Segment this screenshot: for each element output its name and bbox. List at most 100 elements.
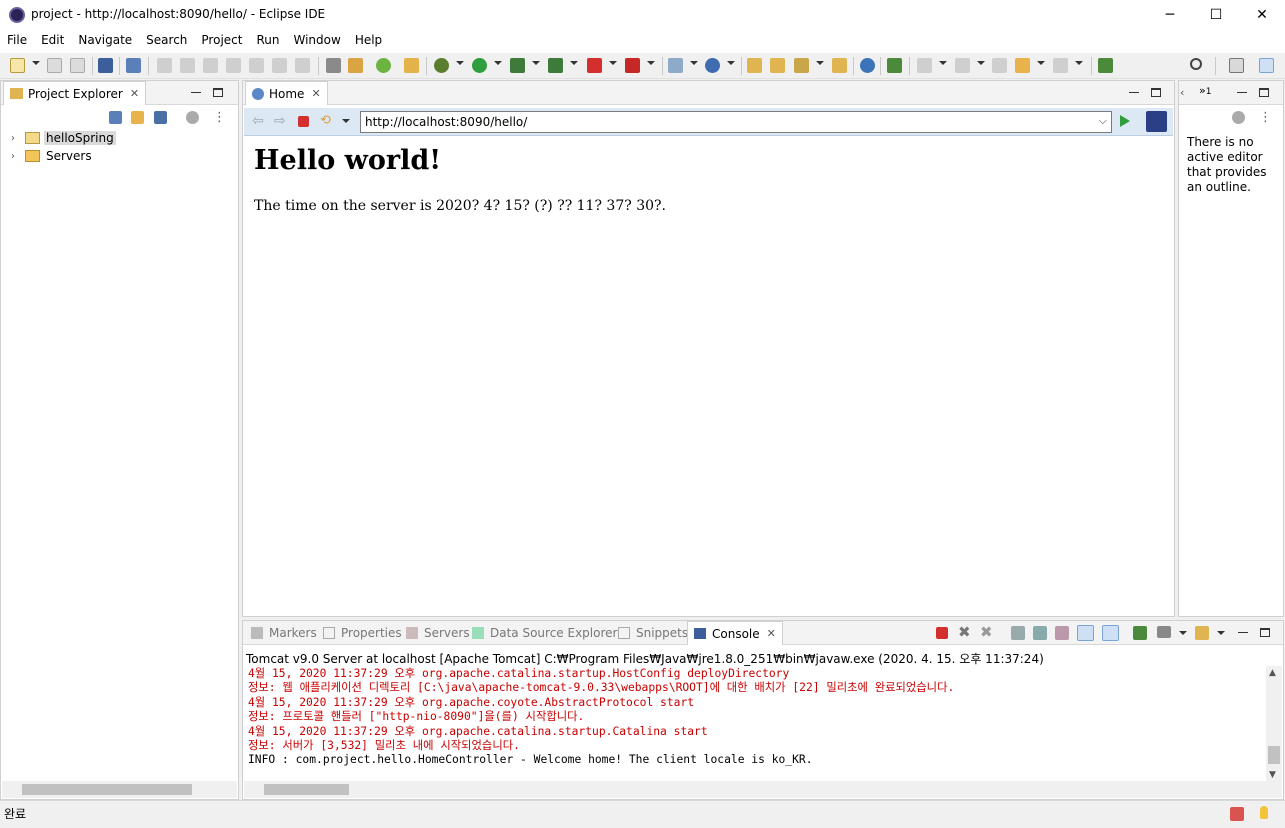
view-menu-icon[interactable]: ⋮ bbox=[1259, 110, 1272, 125]
new-java-package-icon[interactable] bbox=[668, 58, 683, 73]
close-icon[interactable]: ✕ bbox=[311, 87, 320, 100]
previous-annotation-dropdown-icon[interactable] bbox=[977, 61, 985, 65]
step-return-icon[interactable] bbox=[295, 58, 310, 73]
tab-project-explorer[interactable]: Project Explorer ✕ bbox=[3, 81, 147, 105]
maximize-view-icon[interactable] bbox=[1260, 627, 1270, 637]
scrollbar-thumb[interactable] bbox=[22, 784, 192, 795]
resume-icon[interactable] bbox=[157, 58, 172, 73]
open-resource-icon[interactable] bbox=[770, 58, 785, 73]
minimize-view-icon[interactable] bbox=[1129, 91, 1139, 93]
debug-dropdown-icon[interactable] bbox=[456, 61, 464, 65]
open-type-icon[interactable] bbox=[747, 58, 762, 73]
show-on-stderr-icon[interactable] bbox=[1102, 625, 1119, 641]
open-task-list-icon[interactable] bbox=[794, 58, 809, 73]
forward-icon[interactable]: ⇨ bbox=[274, 113, 286, 129]
pin-console-icon[interactable] bbox=[1133, 626, 1147, 640]
relaunch-icon[interactable] bbox=[625, 58, 640, 73]
next-annotation-icon[interactable] bbox=[917, 58, 932, 73]
horizontal-scrollbar[interactable] bbox=[244, 781, 1282, 798]
run-icon[interactable] bbox=[472, 58, 487, 73]
back-icon[interactable]: ⇦ bbox=[252, 113, 264, 129]
tab-console[interactable]: Console ✕ bbox=[687, 621, 783, 645]
java-ee-perspective-icon[interactable] bbox=[1259, 58, 1274, 73]
close-icon[interactable]: ✕ bbox=[130, 87, 139, 100]
maximize-view-icon[interactable] bbox=[1259, 87, 1269, 97]
external-tools-icon[interactable] bbox=[548, 58, 563, 73]
tab-servers[interactable]: Servers bbox=[400, 621, 476, 645]
horizontal-scrollbar[interactable] bbox=[2, 781, 237, 798]
menu-run[interactable]: Run bbox=[249, 31, 286, 53]
focus-on-task-icon[interactable] bbox=[186, 111, 199, 124]
next-annotation-dropdown-icon[interactable] bbox=[939, 61, 947, 65]
spring-icon[interactable] bbox=[376, 58, 391, 73]
skip-breakpoints-icon[interactable] bbox=[126, 58, 141, 73]
chevron-right-icon[interactable]: › bbox=[11, 151, 21, 162]
menu-edit[interactable]: Edit bbox=[34, 31, 71, 53]
back-dropdown-icon[interactable] bbox=[1037, 61, 1045, 65]
forward-dropdown-icon[interactable] bbox=[1075, 61, 1083, 65]
open-perspective-icon[interactable] bbox=[1229, 58, 1244, 73]
debug-icon[interactable] bbox=[434, 58, 449, 73]
tip-lightbulb-icon[interactable] bbox=[1260, 806, 1268, 819]
tab-markers[interactable]: Markers bbox=[245, 621, 323, 645]
console-output[interactable]: 4월 15, 2020 11:37:29 오후 org.apache.catal… bbox=[248, 667, 1265, 768]
new-package-dropdown-icon[interactable] bbox=[690, 61, 698, 65]
tab-properties[interactable]: Properties bbox=[317, 621, 408, 645]
display-console-icon[interactable] bbox=[1157, 626, 1171, 638]
clear-console-icon[interactable] bbox=[1011, 626, 1025, 640]
coverage-icon[interactable] bbox=[510, 58, 525, 73]
refresh-dropdown-icon[interactable] bbox=[342, 119, 350, 123]
suspend-icon[interactable] bbox=[180, 58, 195, 73]
go-icon[interactable] bbox=[1120, 115, 1130, 127]
terminate-icon[interactable] bbox=[203, 58, 218, 73]
open-console-icon[interactable] bbox=[1195, 626, 1209, 640]
url-input[interactable]: http://localhost:8090/hello/ ⌵ bbox=[360, 111, 1112, 133]
server-status-icon[interactable] bbox=[1230, 807, 1244, 821]
stop-icon[interactable] bbox=[298, 116, 309, 127]
scrollbar-thumb[interactable] bbox=[264, 784, 349, 795]
maximize-view-icon[interactable] bbox=[1151, 87, 1161, 97]
menu-file[interactable]: File bbox=[0, 31, 34, 53]
eclipse-browser-icon[interactable] bbox=[1146, 111, 1167, 132]
minimize-view-icon[interactable] bbox=[1238, 631, 1248, 633]
back-icon[interactable] bbox=[1015, 58, 1030, 73]
tab-home[interactable]: Home ✕ bbox=[245, 81, 328, 105]
last-edit-location-icon[interactable] bbox=[992, 58, 1007, 73]
new-class-icon[interactable] bbox=[705, 58, 720, 73]
remove-launch-icon[interactable]: ✖ bbox=[958, 623, 971, 641]
scroll-up-icon[interactable]: ▲ bbox=[1269, 668, 1276, 678]
show-on-stdout-icon[interactable] bbox=[1077, 625, 1094, 641]
pin-editor-icon[interactable] bbox=[1098, 58, 1113, 73]
save-all-icon[interactable] bbox=[70, 58, 85, 73]
launch-icon[interactable] bbox=[887, 58, 902, 73]
maximize-button[interactable]: ☐ bbox=[1193, 0, 1239, 30]
stop-icon[interactable] bbox=[587, 58, 602, 73]
chevron-left-icon[interactable]: ‹ bbox=[1180, 86, 1184, 99]
use-step-filters-icon[interactable] bbox=[326, 58, 341, 73]
tree-item-servers[interactable]: › Servers bbox=[11, 147, 94, 165]
menu-project[interactable]: Project bbox=[194, 31, 249, 53]
focus-on-task-icon[interactable] bbox=[1232, 111, 1245, 124]
scrollbar-thumb[interactable] bbox=[1268, 746, 1280, 764]
minimize-view-icon[interactable] bbox=[1237, 91, 1247, 93]
forward-icon[interactable] bbox=[1053, 58, 1068, 73]
disconnect-icon[interactable] bbox=[226, 58, 241, 73]
tab-data-source-explorer[interactable]: Data Source Explorer bbox=[466, 621, 623, 645]
terminal-icon[interactable] bbox=[98, 58, 113, 73]
run-dropdown-icon[interactable] bbox=[494, 61, 502, 65]
open-console-dropdown-icon[interactable] bbox=[1217, 631, 1225, 635]
display-console-dropdown-icon[interactable] bbox=[1179, 631, 1187, 635]
new-spring-project-icon[interactable] bbox=[404, 58, 419, 73]
minimize-view-icon[interactable] bbox=[191, 91, 201, 93]
web-browser-icon[interactable] bbox=[860, 58, 875, 73]
search-icon[interactable] bbox=[1190, 58, 1202, 70]
collapse-all-icon[interactable] bbox=[109, 111, 122, 124]
close-button[interactable]: ✕ bbox=[1239, 0, 1285, 30]
menu-help[interactable]: Help bbox=[348, 31, 389, 53]
stop-dropdown-icon[interactable] bbox=[609, 61, 617, 65]
menu-navigate[interactable]: Navigate bbox=[71, 31, 139, 53]
menu-search[interactable]: Search bbox=[139, 31, 194, 53]
refresh-icon[interactable]: ⟲ bbox=[320, 113, 331, 128]
scroll-down-icon[interactable]: ▼ bbox=[1269, 770, 1276, 780]
open-task-icon[interactable] bbox=[348, 58, 363, 73]
